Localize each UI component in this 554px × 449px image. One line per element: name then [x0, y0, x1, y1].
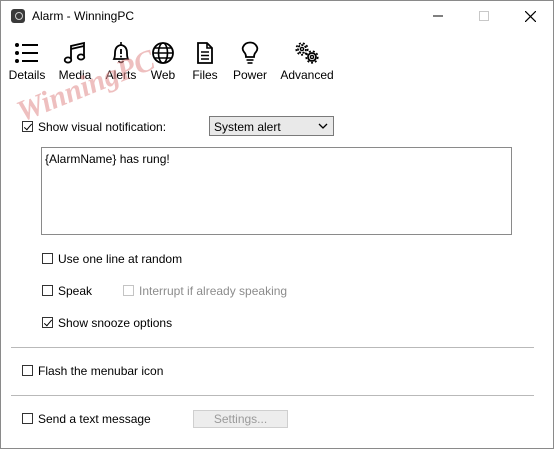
gears-icon — [295, 42, 319, 64]
speak-checkbox[interactable] — [42, 285, 53, 296]
toolbar-power-label: Power — [232, 68, 267, 82]
send-text-message-checkbox[interactable] — [22, 413, 33, 424]
toolbar-web-label: Web — [150, 68, 176, 82]
toolbar-files[interactable]: Files — [185, 41, 225, 82]
list-icon — [15, 43, 38, 63]
flash-menubar-label[interactable]: Flash the menubar icon — [38, 364, 163, 378]
close-button[interactable] — [507, 1, 553, 31]
file-icon — [197, 42, 213, 64]
minimize-icon — [433, 15, 443, 17]
show-snooze-options-label[interactable]: Show snooze options — [58, 316, 172, 330]
close-icon — [524, 10, 536, 22]
toolbar-files-label: Files — [192, 68, 218, 82]
lightbulb-icon — [241, 41, 259, 64]
use-one-line-random-label[interactable]: Use one line at random — [58, 252, 182, 266]
window-title: Alarm - WinningPC — [32, 9, 135, 23]
globe-icon — [152, 42, 174, 64]
settings-button[interactable]: Settings... — [193, 410, 288, 428]
toolbar-power[interactable]: Power — [230, 41, 270, 82]
minimize-button[interactable] — [415, 1, 461, 31]
speak-label[interactable]: Speak — [58, 284, 92, 298]
toolbar-media-label: Media — [58, 68, 92, 82]
interrupt-speaking-checkbox[interactable] — [123, 285, 134, 296]
toolbar-details-label: Details — [8, 68, 46, 82]
maximize-button[interactable] — [461, 1, 507, 31]
separator — [11, 395, 534, 396]
send-text-message-label[interactable]: Send a text message — [38, 412, 151, 426]
flash-menubar-checkbox[interactable] — [22, 365, 33, 376]
notification-type-value: System alert — [214, 120, 281, 134]
notification-type-select[interactable]: System alert — [209, 116, 334, 136]
use-one-line-random-checkbox[interactable] — [42, 253, 53, 264]
toolbar-details[interactable]: Details — [7, 41, 47, 82]
notification-message-text: {AlarmName} has rung! — [45, 152, 170, 166]
separator — [11, 347, 534, 348]
title-bar[interactable]: Alarm - WinningPC — [1, 1, 553, 31]
interrupt-speaking-label: Interrupt if already speaking — [139, 284, 288, 298]
app-icon — [11, 9, 25, 23]
bell-alert-icon — [112, 42, 130, 64]
toolbar-alerts[interactable]: Alerts — [101, 41, 141, 82]
chevron-down-icon — [318, 123, 328, 129]
show-visual-notification-label[interactable]: Show visual notification: — [38, 120, 166, 134]
toolbar-media[interactable]: Media — [55, 41, 95, 82]
toolbar-advanced[interactable]: Advanced — [277, 41, 337, 82]
toolbar-web[interactable]: Web — [143, 41, 183, 82]
maximize-icon — [479, 11, 489, 21]
toolbar-alerts-label: Alerts — [105, 68, 137, 82]
toolbar-advanced-label: Advanced — [280, 68, 334, 82]
notification-message-textarea[interactable]: {AlarmName} has rung! — [41, 147, 512, 235]
alarm-window: Alarm - WinningPC Details Media Alerts W… — [0, 0, 554, 449]
music-note-icon — [63, 41, 86, 64]
show-visual-notification-checkbox[interactable] — [22, 121, 33, 132]
show-snooze-options-checkbox[interactable] — [42, 317, 53, 328]
